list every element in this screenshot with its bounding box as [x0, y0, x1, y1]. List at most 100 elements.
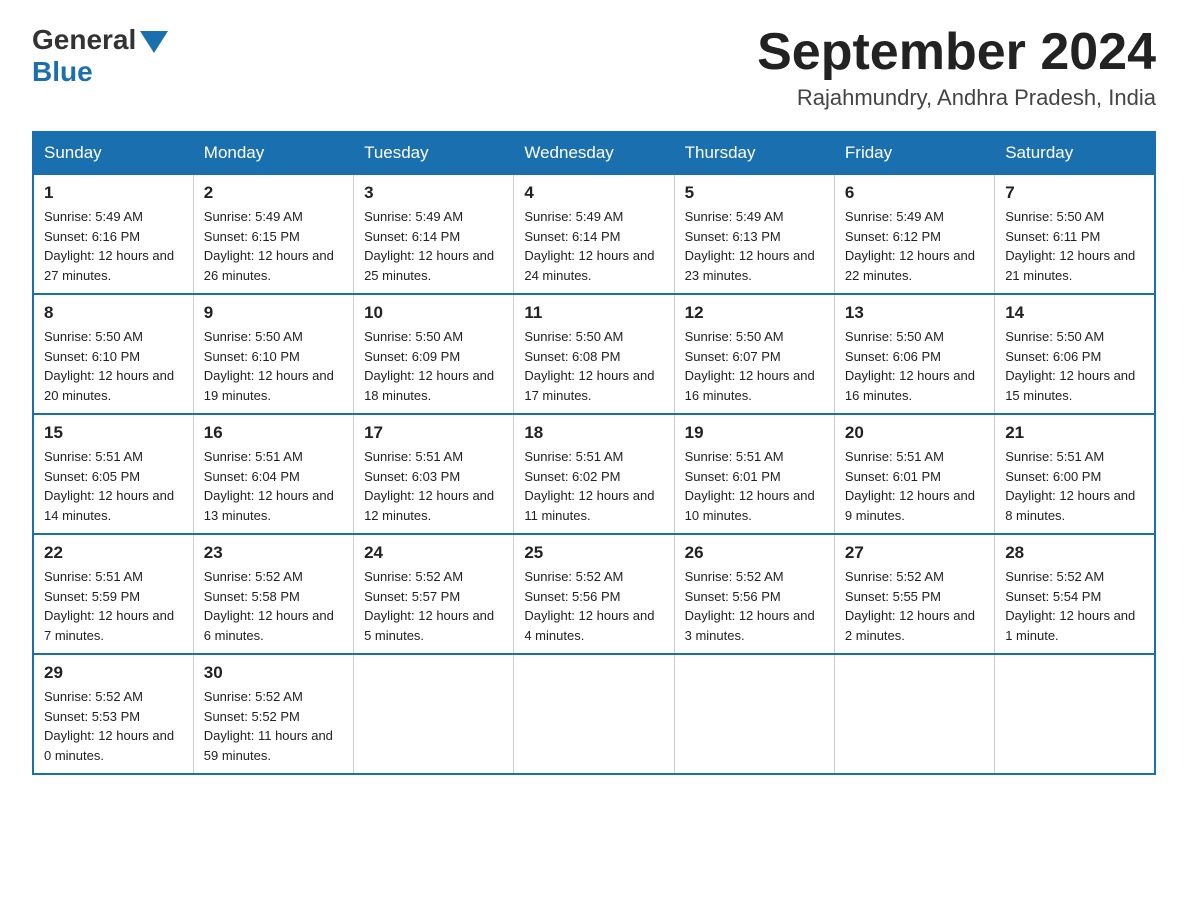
col-sunday: Sunday	[33, 132, 193, 174]
day-info: Sunrise: 5:50 AMSunset: 6:11 PMDaylight:…	[1005, 207, 1144, 285]
calendar-week-1: 1 Sunrise: 5:49 AMSunset: 6:16 PMDayligh…	[33, 174, 1155, 294]
day-number: 20	[845, 423, 984, 443]
calendar-cell: 13 Sunrise: 5:50 AMSunset: 6:06 PMDaylig…	[834, 294, 994, 414]
title-section: September 2024 Rajahmundry, Andhra Prade…	[757, 24, 1156, 111]
calendar-cell: 5 Sunrise: 5:49 AMSunset: 6:13 PMDayligh…	[674, 174, 834, 294]
calendar-cell: 2 Sunrise: 5:49 AMSunset: 6:15 PMDayligh…	[193, 174, 353, 294]
day-number: 10	[364, 303, 503, 323]
col-saturday: Saturday	[995, 132, 1155, 174]
day-info: Sunrise: 5:52 AMSunset: 5:57 PMDaylight:…	[364, 567, 503, 645]
day-info: Sunrise: 5:52 AMSunset: 5:55 PMDaylight:…	[845, 567, 984, 645]
calendar-body: 1 Sunrise: 5:49 AMSunset: 6:16 PMDayligh…	[33, 174, 1155, 774]
day-info: Sunrise: 5:49 AMSunset: 6:16 PMDaylight:…	[44, 207, 183, 285]
calendar-cell: 22 Sunrise: 5:51 AMSunset: 5:59 PMDaylig…	[33, 534, 193, 654]
day-info: Sunrise: 5:51 AMSunset: 6:04 PMDaylight:…	[204, 447, 343, 525]
day-number: 17	[364, 423, 503, 443]
col-thursday: Thursday	[674, 132, 834, 174]
day-info: Sunrise: 5:51 AMSunset: 5:59 PMDaylight:…	[44, 567, 183, 645]
day-info: Sunrise: 5:50 AMSunset: 6:06 PMDaylight:…	[1005, 327, 1144, 405]
header-row: Sunday Monday Tuesday Wednesday Thursday…	[33, 132, 1155, 174]
day-info: Sunrise: 5:49 AMSunset: 6:13 PMDaylight:…	[685, 207, 824, 285]
calendar-cell: 26 Sunrise: 5:52 AMSunset: 5:56 PMDaylig…	[674, 534, 834, 654]
day-number: 4	[524, 183, 663, 203]
day-info: Sunrise: 5:51 AMSunset: 6:02 PMDaylight:…	[524, 447, 663, 525]
calendar-header: Sunday Monday Tuesday Wednesday Thursday…	[33, 132, 1155, 174]
logo-blue-text: Blue	[32, 56, 93, 88]
col-monday: Monday	[193, 132, 353, 174]
calendar-cell: 7 Sunrise: 5:50 AMSunset: 6:11 PMDayligh…	[995, 174, 1155, 294]
calendar-cell: 19 Sunrise: 5:51 AMSunset: 6:01 PMDaylig…	[674, 414, 834, 534]
calendar-cell: 8 Sunrise: 5:50 AMSunset: 6:10 PMDayligh…	[33, 294, 193, 414]
day-number: 14	[1005, 303, 1144, 323]
calendar-cell: 27 Sunrise: 5:52 AMSunset: 5:55 PMDaylig…	[834, 534, 994, 654]
day-info: Sunrise: 5:49 AMSunset: 6:12 PMDaylight:…	[845, 207, 984, 285]
day-info: Sunrise: 5:51 AMSunset: 6:03 PMDaylight:…	[364, 447, 503, 525]
calendar-cell: 4 Sunrise: 5:49 AMSunset: 6:14 PMDayligh…	[514, 174, 674, 294]
calendar-cell	[674, 654, 834, 774]
calendar-cell: 3 Sunrise: 5:49 AMSunset: 6:14 PMDayligh…	[354, 174, 514, 294]
day-number: 7	[1005, 183, 1144, 203]
day-number: 11	[524, 303, 663, 323]
calendar-cell: 10 Sunrise: 5:50 AMSunset: 6:09 PMDaylig…	[354, 294, 514, 414]
calendar-week-5: 29 Sunrise: 5:52 AMSunset: 5:53 PMDaylig…	[33, 654, 1155, 774]
col-friday: Friday	[834, 132, 994, 174]
calendar-cell	[834, 654, 994, 774]
day-info: Sunrise: 5:51 AMSunset: 6:05 PMDaylight:…	[44, 447, 183, 525]
day-number: 26	[685, 543, 824, 563]
calendar-table: Sunday Monday Tuesday Wednesday Thursday…	[32, 131, 1156, 775]
day-number: 2	[204, 183, 343, 203]
col-tuesday: Tuesday	[354, 132, 514, 174]
day-info: Sunrise: 5:52 AMSunset: 5:56 PMDaylight:…	[524, 567, 663, 645]
day-number: 5	[685, 183, 824, 203]
day-number: 9	[204, 303, 343, 323]
day-info: Sunrise: 5:50 AMSunset: 6:10 PMDaylight:…	[204, 327, 343, 405]
day-number: 13	[845, 303, 984, 323]
day-number: 30	[204, 663, 343, 683]
day-number: 27	[845, 543, 984, 563]
calendar-cell: 1 Sunrise: 5:49 AMSunset: 6:16 PMDayligh…	[33, 174, 193, 294]
day-number: 15	[44, 423, 183, 443]
day-info: Sunrise: 5:51 AMSunset: 6:00 PMDaylight:…	[1005, 447, 1144, 525]
calendar-cell: 23 Sunrise: 5:52 AMSunset: 5:58 PMDaylig…	[193, 534, 353, 654]
day-info: Sunrise: 5:51 AMSunset: 6:01 PMDaylight:…	[845, 447, 984, 525]
day-number: 1	[44, 183, 183, 203]
location-text: Rajahmundry, Andhra Pradesh, India	[757, 85, 1156, 111]
calendar-week-4: 22 Sunrise: 5:51 AMSunset: 5:59 PMDaylig…	[33, 534, 1155, 654]
calendar-cell: 30 Sunrise: 5:52 AMSunset: 5:52 PMDaylig…	[193, 654, 353, 774]
calendar-cell	[995, 654, 1155, 774]
calendar-cell: 14 Sunrise: 5:50 AMSunset: 6:06 PMDaylig…	[995, 294, 1155, 414]
calendar-week-2: 8 Sunrise: 5:50 AMSunset: 6:10 PMDayligh…	[33, 294, 1155, 414]
month-title: September 2024	[757, 24, 1156, 81]
logo: General Blue	[32, 24, 168, 88]
calendar-cell: 9 Sunrise: 5:50 AMSunset: 6:10 PMDayligh…	[193, 294, 353, 414]
day-number: 19	[685, 423, 824, 443]
day-number: 25	[524, 543, 663, 563]
calendar-cell: 12 Sunrise: 5:50 AMSunset: 6:07 PMDaylig…	[674, 294, 834, 414]
day-number: 28	[1005, 543, 1144, 563]
day-number: 21	[1005, 423, 1144, 443]
day-info: Sunrise: 5:49 AMSunset: 6:14 PMDaylight:…	[524, 207, 663, 285]
day-info: Sunrise: 5:50 AMSunset: 6:09 PMDaylight:…	[364, 327, 503, 405]
day-info: Sunrise: 5:52 AMSunset: 5:58 PMDaylight:…	[204, 567, 343, 645]
calendar-cell: 11 Sunrise: 5:50 AMSunset: 6:08 PMDaylig…	[514, 294, 674, 414]
day-info: Sunrise: 5:52 AMSunset: 5:52 PMDaylight:…	[204, 687, 343, 765]
day-number: 22	[44, 543, 183, 563]
day-info: Sunrise: 5:52 AMSunset: 5:56 PMDaylight:…	[685, 567, 824, 645]
logo-triangle-icon	[140, 31, 168, 53]
calendar-cell: 21 Sunrise: 5:51 AMSunset: 6:00 PMDaylig…	[995, 414, 1155, 534]
day-info: Sunrise: 5:50 AMSunset: 6:08 PMDaylight:…	[524, 327, 663, 405]
day-number: 3	[364, 183, 503, 203]
calendar-cell: 16 Sunrise: 5:51 AMSunset: 6:04 PMDaylig…	[193, 414, 353, 534]
day-info: Sunrise: 5:52 AMSunset: 5:53 PMDaylight:…	[44, 687, 183, 765]
day-number: 18	[524, 423, 663, 443]
day-number: 23	[204, 543, 343, 563]
day-number: 24	[364, 543, 503, 563]
day-number: 12	[685, 303, 824, 323]
day-number: 16	[204, 423, 343, 443]
calendar-cell	[514, 654, 674, 774]
calendar-week-3: 15 Sunrise: 5:51 AMSunset: 6:05 PMDaylig…	[33, 414, 1155, 534]
calendar-cell: 28 Sunrise: 5:52 AMSunset: 5:54 PMDaylig…	[995, 534, 1155, 654]
day-number: 6	[845, 183, 984, 203]
day-number: 8	[44, 303, 183, 323]
calendar-cell: 24 Sunrise: 5:52 AMSunset: 5:57 PMDaylig…	[354, 534, 514, 654]
